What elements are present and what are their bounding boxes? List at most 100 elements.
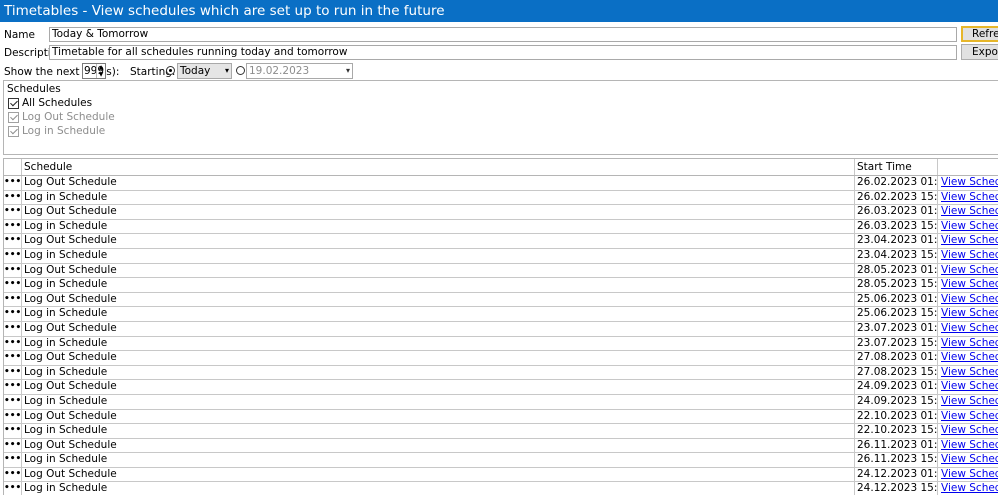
schedules-group-title: Schedules [7, 83, 61, 95]
column-header-schedule[interactable]: Schedule [21, 159, 855, 175]
view-schedule-link[interactable]: View Schedule [941, 395, 998, 407]
row-menu-icon[interactable]: ••• [4, 263, 22, 278]
view-schedule-link[interactable]: View Schedule [941, 249, 998, 261]
view-schedule-link[interactable]: View Schedule [941, 424, 998, 436]
table-row[interactable]: •••Log Out Schedule26.03.2023 01:00:00Vi… [4, 205, 998, 220]
table-row[interactable]: •••Log Out Schedule26.11.2023 01:00:00Vi… [4, 438, 998, 454]
table-row[interactable]: •••Log in Schedule24.09.2023 15:00:00Vie… [4, 394, 998, 410]
table-row[interactable]: •••Log Out Schedule27.08.2023 01:00:00Vi… [4, 351, 998, 366]
view-schedule-link[interactable]: View Schedule [941, 176, 998, 188]
view-schedule-link[interactable]: View Schedule [941, 439, 998, 451]
table-row[interactable]: •••Log in Schedule26.11.2023 15:00:00Vie… [4, 453, 998, 468]
view-schedule-link[interactable]: View Schedule [941, 307, 998, 319]
table-row[interactable]: •••Log in Schedule24.12.2023 15:00:00Vie… [4, 482, 998, 495]
table-row[interactable]: •••Log in Schedule27.08.2023 15:00:00Vie… [4, 365, 998, 381]
view-schedule-link[interactable]: View Schedule [941, 264, 998, 276]
row-menu-icon[interactable]: ••• [4, 336, 22, 351]
view-schedule-cell: View Schedule [938, 205, 998, 219]
view-schedule-link[interactable]: View Schedule [941, 278, 998, 290]
start-time-cell: 27.08.2023 15:00:00 [857, 365, 938, 380]
row-menu-icon[interactable]: ••• [4, 321, 22, 336]
view-schedule-link[interactable]: View Schedule [941, 468, 998, 480]
view-schedule-link[interactable]: View Schedule [941, 220, 998, 232]
table-row[interactable]: •••Log in Schedule26.03.2023 15:00:00Vie… [4, 219, 998, 235]
row-menu-icon[interactable]: ••• [4, 467, 22, 482]
table-row[interactable]: •••Log in Schedule22.10.2023 15:00:00Vie… [4, 424, 998, 439]
table-row[interactable]: •••Log Out Schedule25.06.2023 01:00:00Vi… [4, 292, 998, 308]
table-row[interactable]: •••Log Out Schedule22.10.2023 01:00:00Vi… [4, 409, 998, 425]
table-row[interactable]: •••Log in Schedule23.07.2023 15:00:00Vie… [4, 336, 998, 352]
view-schedule-link[interactable]: View Schedule [941, 337, 998, 349]
view-schedule-link[interactable]: View Schedule [941, 234, 998, 246]
date-picker[interactable]: 19.02.2023 ▾ [246, 63, 353, 79]
checkbox-checked-icon [8, 111, 19, 123]
table-row[interactable]: •••Log Out Schedule26.02.2023 01:00:00Vi… [4, 176, 998, 191]
row-menu-icon[interactable]: ••• [4, 380, 22, 394]
starting-option-value: Today [180, 65, 211, 77]
table-row[interactable]: •••Log in Schedule23.04.2023 15:00:00Vie… [4, 248, 998, 264]
view-schedule-cell: View Schedule [938, 307, 998, 321]
row-menu-icon[interactable]: ••• [4, 307, 22, 321]
row-menu-icon[interactable]: ••• [4, 482, 22, 495]
row-menu-icon[interactable]: ••• [4, 351, 22, 365]
starting-option-select[interactable]: Today ▾ [177, 63, 232, 79]
view-schedule-link[interactable]: View Schedule [941, 482, 998, 494]
row-menu-icon[interactable]: ••• [4, 219, 22, 234]
grid-header: Schedule Start Time [4, 159, 998, 176]
start-time-cell: 26.02.2023 01:00:00 [857, 176, 938, 190]
row-menu-icon[interactable]: ••• [4, 190, 22, 205]
table-row[interactable]: •••Log in Schedule26.02.2023 15:00:00Vie… [4, 190, 998, 206]
view-schedule-link[interactable]: View Schedule [941, 410, 998, 422]
start-time-cell: 26.03.2023 01:00:00 [857, 205, 938, 219]
row-menu-icon[interactable]: ••• [4, 234, 22, 248]
export-button[interactable]: Export [961, 44, 998, 60]
starting-relative-radio[interactable] [166, 66, 175, 75]
column-header-start-time[interactable]: Start Time [855, 159, 938, 175]
row-menu-icon[interactable]: ••• [4, 394, 22, 409]
view-schedule-link[interactable]: View Schedule [941, 453, 998, 465]
schedule-filter-logout: Log Out Schedule [8, 111, 115, 124]
schedule-cell: Log in Schedule [21, 365, 855, 380]
show-next-days-stepper[interactable]: 999 ▲ ▼ [82, 63, 106, 79]
row-menu-icon[interactable]: ••• [4, 453, 22, 467]
schedule-filter-all[interactable]: All Schedules [8, 97, 92, 110]
row-menu-icon[interactable]: ••• [4, 409, 22, 424]
row-menu-icon[interactable]: ••• [4, 292, 22, 307]
view-schedule-link[interactable]: View Schedule [941, 351, 998, 363]
description-input[interactable]: Timetable for all schedules running toda… [49, 45, 957, 60]
row-menu-icon[interactable]: ••• [4, 176, 22, 190]
start-time-cell: 26.02.2023 15:00:00 [857, 190, 938, 205]
starting-date-radio[interactable] [236, 66, 245, 75]
view-schedule-link[interactable]: View Schedule [941, 293, 998, 305]
start-time-cell: 22.10.2023 01:00:00 [857, 409, 938, 424]
view-schedule-link[interactable]: View Schedule [941, 322, 998, 334]
checkbox-checked-icon[interactable] [8, 97, 19, 109]
schedule-cell: Log Out Schedule [21, 409, 855, 424]
row-menu-icon[interactable]: ••• [4, 205, 22, 219]
table-row[interactable]: •••Log Out Schedule28.05.2023 01:00:00Vi… [4, 263, 998, 279]
table-row[interactable]: •••Log in Schedule25.06.2023 15:00:00Vie… [4, 307, 998, 322]
table-row[interactable]: •••Log Out Schedule24.09.2023 01:00:00Vi… [4, 380, 998, 395]
grid-body: •••Log Out Schedule26.02.2023 01:00:00Vi… [4, 176, 998, 495]
row-menu-icon[interactable]: ••• [4, 424, 22, 438]
table-row[interactable]: •••Log Out Schedule23.07.2023 01:00:00Vi… [4, 321, 998, 337]
name-input[interactable]: Today & Tomorrow [49, 27, 957, 42]
stepper-arrows-icon[interactable]: ▲ ▼ [96, 64, 105, 78]
view-schedule-link[interactable]: View Schedule [941, 191, 998, 203]
row-menu-icon[interactable]: ••• [4, 365, 22, 380]
view-schedule-link[interactable]: View Schedule [941, 205, 998, 217]
view-schedule-link[interactable]: View Schedule [941, 380, 998, 392]
schedule-cell: Log in Schedule [21, 248, 855, 263]
start-time-cell: 25.06.2023 15:00:00 [857, 307, 938, 321]
row-menu-icon[interactable]: ••• [4, 248, 22, 263]
row-menu-icon[interactable]: ••• [4, 438, 22, 453]
refresh-button[interactable]: Refresh [961, 26, 998, 42]
table-row[interactable]: •••Log in Schedule28.05.2023 15:00:00Vie… [4, 278, 998, 293]
table-row[interactable]: •••Log Out Schedule23.04.2023 01:00:00Vi… [4, 234, 998, 249]
row-menu-icon[interactable]: ••• [4, 278, 22, 292]
window-title: Timetables - View schedules which are se… [0, 0, 998, 22]
view-schedule-link[interactable]: View Schedule [941, 366, 998, 378]
schedule-cell: Log in Schedule [21, 336, 855, 351]
table-row[interactable]: •••Log Out Schedule24.12.2023 01:00:00Vi… [4, 467, 998, 483]
view-schedule-cell: View Schedule [938, 220, 998, 234]
